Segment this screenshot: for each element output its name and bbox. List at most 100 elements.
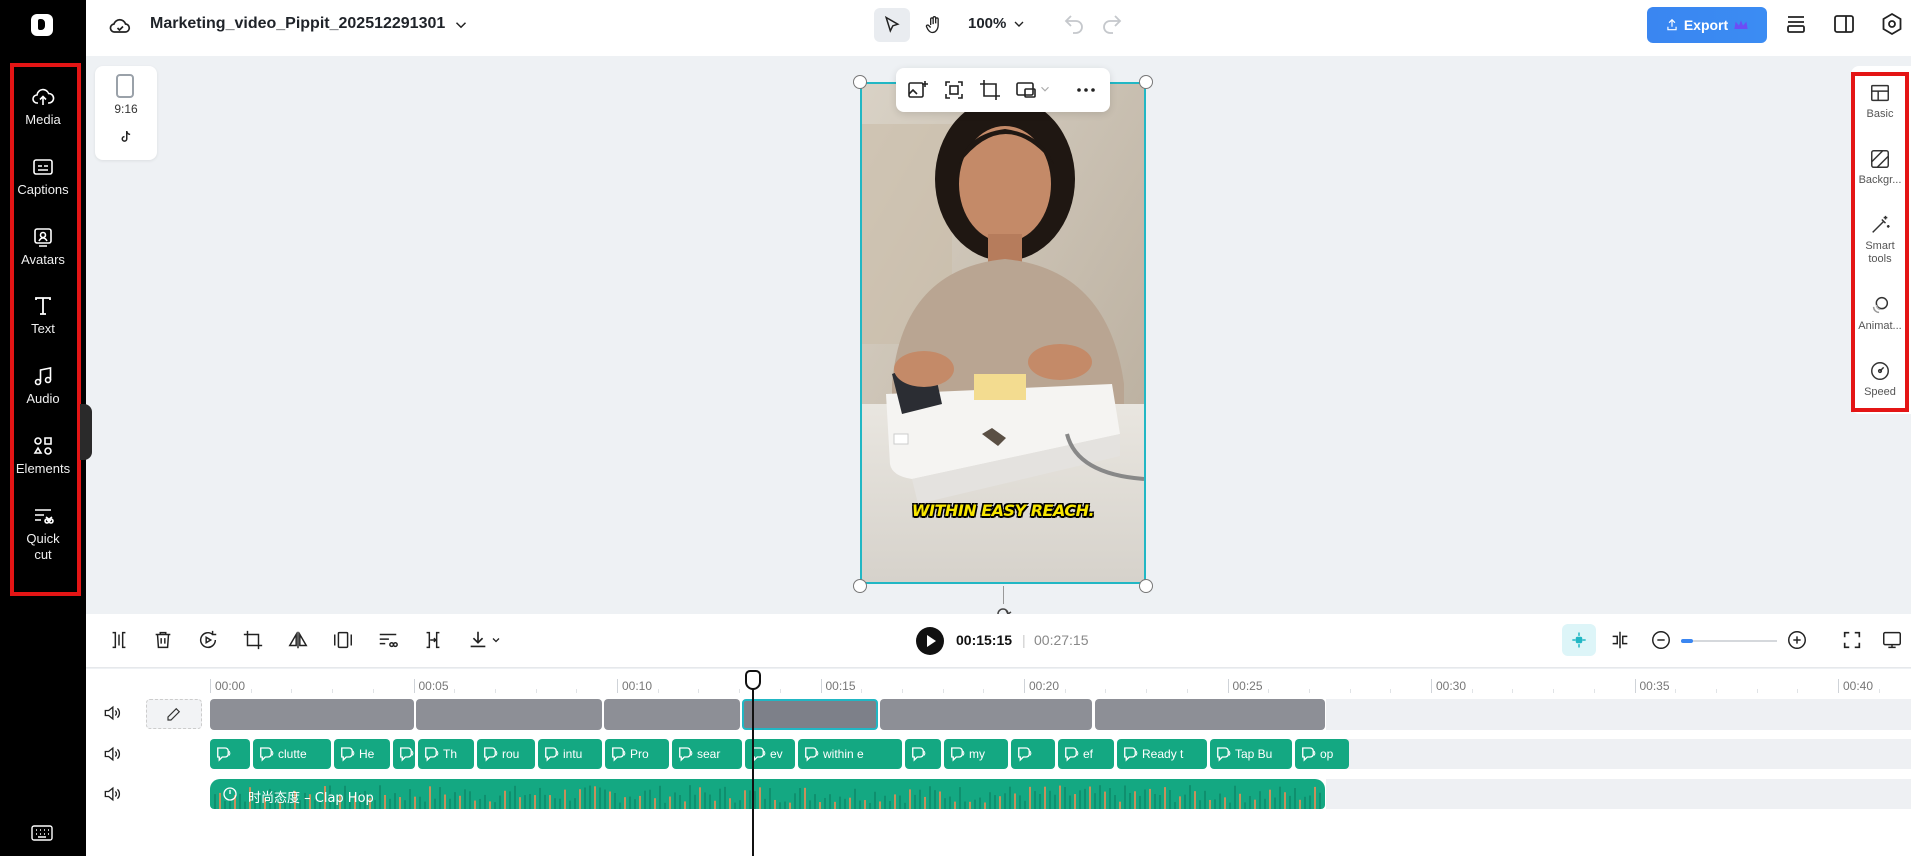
share-icon (1667, 18, 1677, 31)
redo-icon[interactable] (1100, 12, 1124, 36)
chevron-down-icon[interactable] (452, 16, 470, 34)
caption-clip[interactable]: Th (418, 739, 474, 769)
speaker-icon[interactable] (102, 703, 122, 723)
fullscreen-icon[interactable] (1841, 629, 1863, 651)
ruler-minor-tick (1146, 689, 1148, 693)
delete-icon[interactable] (152, 629, 174, 651)
chevron-down-icon[interactable] (490, 634, 502, 646)
caption-clip[interactable]: clutte (253, 739, 331, 769)
caption-clip[interactable]: rou (477, 739, 535, 769)
replace-image-icon[interactable] (906, 78, 930, 102)
caption-clip[interactable]: sear (672, 739, 742, 769)
picture-in-picture-icon[interactable] (1014, 78, 1038, 102)
caption-clip-text: op (1320, 747, 1334, 761)
edit-cover-button[interactable] (146, 699, 202, 729)
zoom-in-icon[interactable] (1786, 629, 1808, 651)
freeze-frame-icon[interactable] (332, 629, 354, 651)
caption-clip[interactable]: within e (798, 739, 902, 769)
waveform-bar (664, 802, 666, 809)
ruler-minor-tick (332, 689, 334, 693)
replay-icon[interactable] (197, 629, 219, 651)
download-icon[interactable] (467, 629, 489, 651)
caption-clip[interactable] (1011, 739, 1055, 769)
preview-monitor-icon[interactable] (1881, 629, 1903, 651)
crop-icon[interactable] (242, 629, 264, 651)
waveform-bar (584, 787, 586, 809)
video-clip-selected[interactable] (742, 699, 878, 730)
tiktok-icon (121, 130, 131, 142)
settings-icon[interactable] (1880, 12, 1904, 36)
hand-tool-button[interactable] (916, 8, 952, 42)
timeline-zoom-slider[interactable] (1681, 639, 1777, 643)
chevron-down-icon[interactable] (1038, 82, 1052, 96)
caption-overlay[interactable]: WITHIN EASY REACH. (862, 501, 1144, 520)
split-icon[interactable] (108, 629, 130, 651)
caption-clip[interactable] (393, 739, 415, 769)
speaker-icon[interactable] (102, 784, 122, 804)
resize-handle-top-right[interactable] (1139, 75, 1153, 89)
caption-clip[interactable]: intu (538, 739, 602, 769)
video-clip[interactable] (880, 699, 1092, 730)
keyboard-icon[interactable] (30, 824, 54, 842)
project-title[interactable]: Marketing_video_Pippit_202512291301 (150, 15, 445, 33)
caption-clip[interactable] (210, 739, 250, 769)
caption-clip[interactable]: He (334, 739, 390, 769)
waveform-bar (809, 800, 811, 809)
caption-clip[interactable]: ef (1058, 739, 1114, 769)
video-clip[interactable] (604, 699, 740, 730)
export-button[interactable]: Export (1647, 7, 1767, 43)
select-tool-button[interactable] (874, 8, 910, 42)
zoom-level[interactable]: 100% (968, 15, 1006, 32)
split-view-icon[interactable] (1609, 629, 1631, 651)
layers-icon[interactable] (1784, 12, 1808, 36)
caption-clip[interactable]: Pro (605, 739, 669, 769)
caption-clip[interactable]: Tap Bu (1210, 739, 1292, 769)
cloud-sync-icon[interactable] (108, 14, 132, 38)
zoom-out-icon[interactable] (1650, 629, 1672, 651)
caption-clip[interactable] (905, 739, 941, 769)
caption-clip[interactable]: op (1295, 739, 1349, 769)
video-canvas[interactable]: WITHIN EASY REACH. (860, 82, 1146, 584)
waveform-bar (1254, 799, 1256, 809)
chevron-down-icon[interactable] (1011, 16, 1027, 32)
video-clip[interactable] (416, 699, 602, 730)
more-options-icon[interactable] (1074, 78, 1098, 102)
waveform-bar (509, 791, 511, 809)
waveform-bar (814, 794, 816, 809)
playhead[interactable] (752, 670, 754, 856)
waveform-bar (1274, 797, 1276, 809)
flip-icon[interactable] (287, 629, 309, 651)
waveform-bar (824, 797, 826, 809)
sidebar-collapse-handle[interactable] (80, 404, 92, 460)
auto-cut-icon[interactable] (422, 629, 444, 651)
video-clip[interactable] (1095, 699, 1325, 730)
resize-handle-bottom-left[interactable] (853, 579, 867, 593)
video-clip[interactable] (210, 699, 414, 730)
play-button[interactable] (916, 627, 944, 655)
caption-clip[interactable]: my (944, 739, 1008, 769)
ruler-tick-label: 00:25 (1227, 679, 1263, 693)
timeline-area[interactable]: 00:00 00:05 00:10 00:15 00:20 00:25 00:30 00:35… (86, 669, 1911, 856)
pippit-logo-icon[interactable] (31, 14, 53, 36)
audio-clip[interactable]: 时尚态度 – Clap Hop (210, 779, 1325, 809)
resize-handle-top-left[interactable] (853, 75, 867, 89)
speaker-icon[interactable] (102, 744, 122, 764)
undo-icon[interactable] (1062, 12, 1086, 36)
waveform-bar (1039, 794, 1041, 809)
waveform-bar (569, 800, 571, 809)
ruler-minor-tick (1349, 689, 1351, 693)
crop-icon[interactable] (978, 78, 1002, 102)
adjust-icon[interactable] (377, 629, 399, 651)
waveform-bar (1089, 786, 1091, 809)
playhead-handle[interactable] (745, 670, 761, 690)
split-panel-icon[interactable] (1832, 12, 1856, 36)
speech-bubble-icon (1302, 747, 1316, 762)
aspect-ratio-card[interactable]: 9:16 (95, 66, 157, 160)
waveform-bar (949, 796, 951, 809)
speech-bubble-icon (805, 747, 819, 762)
snap-toggle-button[interactable] (1562, 624, 1596, 656)
caption-clip[interactable]: Ready t (1117, 739, 1207, 769)
resize-handle-bottom-right[interactable] (1139, 579, 1153, 593)
waveform-bar (1139, 795, 1141, 809)
fit-frame-icon[interactable] (942, 78, 966, 102)
